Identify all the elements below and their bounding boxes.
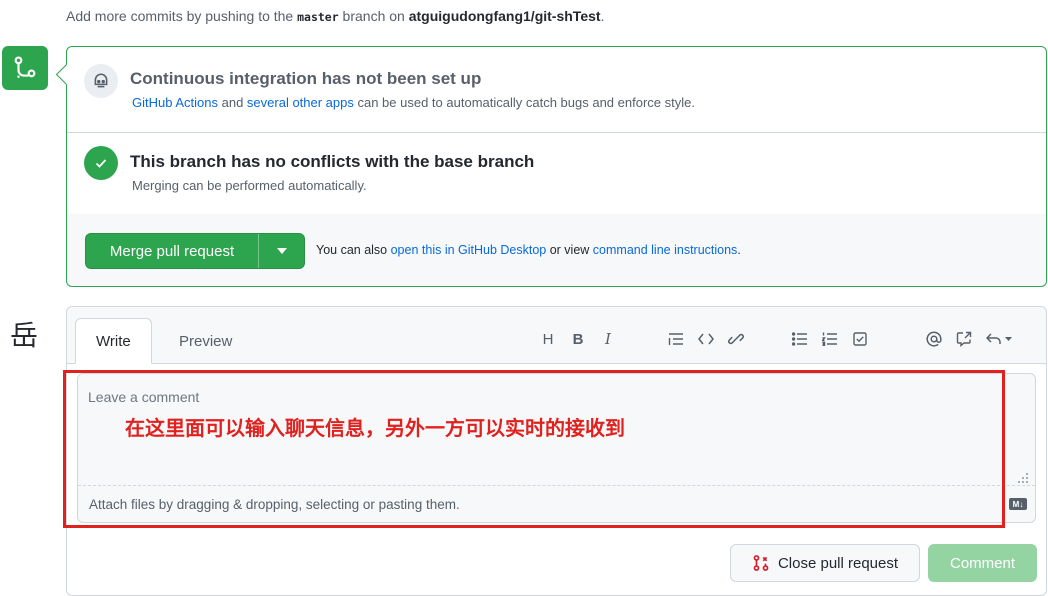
resize-handle-icon[interactable] (1017, 472, 1029, 484)
heading-button[interactable]: H (533, 327, 563, 351)
merge-box: Continuous integration has not been set … (66, 46, 1047, 287)
format-toolbar-text: H B I (533, 327, 623, 351)
comment-tabbar: Write Preview H B I (67, 307, 1046, 364)
branch-name: master (297, 10, 339, 24)
code-icon[interactable] (691, 327, 721, 351)
format-toolbar-lists (785, 327, 875, 351)
comment-editor[interactable]: Leave a comment 在这里面可以输入聊天信息，另外一方可以实时的接收… (77, 373, 1036, 523)
tab-write[interactable]: Write (75, 318, 152, 364)
conflict-title: This branch has no conflicts with the ba… (130, 152, 535, 171)
merge-pull-request-button[interactable]: Merge pull request (85, 233, 305, 269)
cross-reference-icon[interactable] (949, 327, 979, 351)
merge-button-label[interactable]: Merge pull request (86, 234, 259, 268)
close-pull-request-button[interactable]: Close pull request (730, 544, 920, 582)
mention-icon[interactable] (919, 327, 949, 351)
tab-preview[interactable]: Preview (159, 318, 252, 364)
link-icon[interactable] (721, 327, 751, 351)
git-merge-icon (2, 46, 48, 90)
format-toolbar-insert (661, 327, 751, 351)
ci-description: GitHub Actions and several other apps ca… (132, 95, 695, 110)
task-list-icon[interactable] (845, 327, 875, 351)
file-attach-area[interactable]: Attach files by dragging & dropping, sel… (78, 485, 1035, 522)
unordered-list-icon[interactable] (785, 327, 815, 351)
check-icon (84, 146, 118, 180)
ordered-list-icon[interactable] (815, 327, 845, 351)
bold-button[interactable]: B (563, 327, 593, 351)
push-hint: Add more commits by pushing to the maste… (66, 8, 605, 24)
italic-button[interactable]: I (593, 327, 623, 351)
quote-icon[interactable] (661, 327, 691, 351)
attach-files-hint[interactable]: Attach files by dragging & dropping, sel… (89, 497, 460, 512)
avatar: 岳 (10, 319, 39, 352)
robot-icon (84, 64, 118, 98)
close-pr-icon (753, 555, 769, 571)
chevron-down-icon[interactable] (259, 234, 304, 268)
conflict-status-row: This branch has no conflicts with the ba… (67, 132, 1046, 215)
ci-status-row: Continuous integration has not been set … (67, 47, 1046, 133)
other-apps-link[interactable]: several other apps (247, 95, 354, 110)
conflict-description: Merging can be performed automatically. (132, 178, 367, 193)
red-annotation-text: 在这里面可以输入聊天信息，另外一方可以实时的接收到 (125, 418, 625, 440)
command-line-link[interactable]: command line instructions (593, 243, 738, 257)
alternative-merge-note: You can also open this in GitHub Desktop… (316, 243, 741, 257)
merge-actions-row: Merge pull request You can also open thi… (67, 214, 1046, 286)
markdown-icon[interactable]: M↓ (1009, 498, 1027, 510)
comment-button[interactable]: Comment (928, 544, 1037, 582)
reply-icon[interactable] (979, 327, 1019, 351)
repo-name: atguigudongfang1/git-shTest (408, 8, 601, 24)
open-in-desktop-link[interactable]: open this in GitHub Desktop (391, 243, 547, 257)
format-toolbar-misc (919, 327, 1019, 351)
close-pull-request-label[interactable]: Close pull request (778, 555, 898, 572)
comment-textarea-placeholder[interactable]: Leave a comment (88, 389, 199, 405)
ci-title: Continuous integration has not been set … (130, 69, 482, 88)
github-actions-link[interactable]: GitHub Actions (132, 95, 218, 110)
